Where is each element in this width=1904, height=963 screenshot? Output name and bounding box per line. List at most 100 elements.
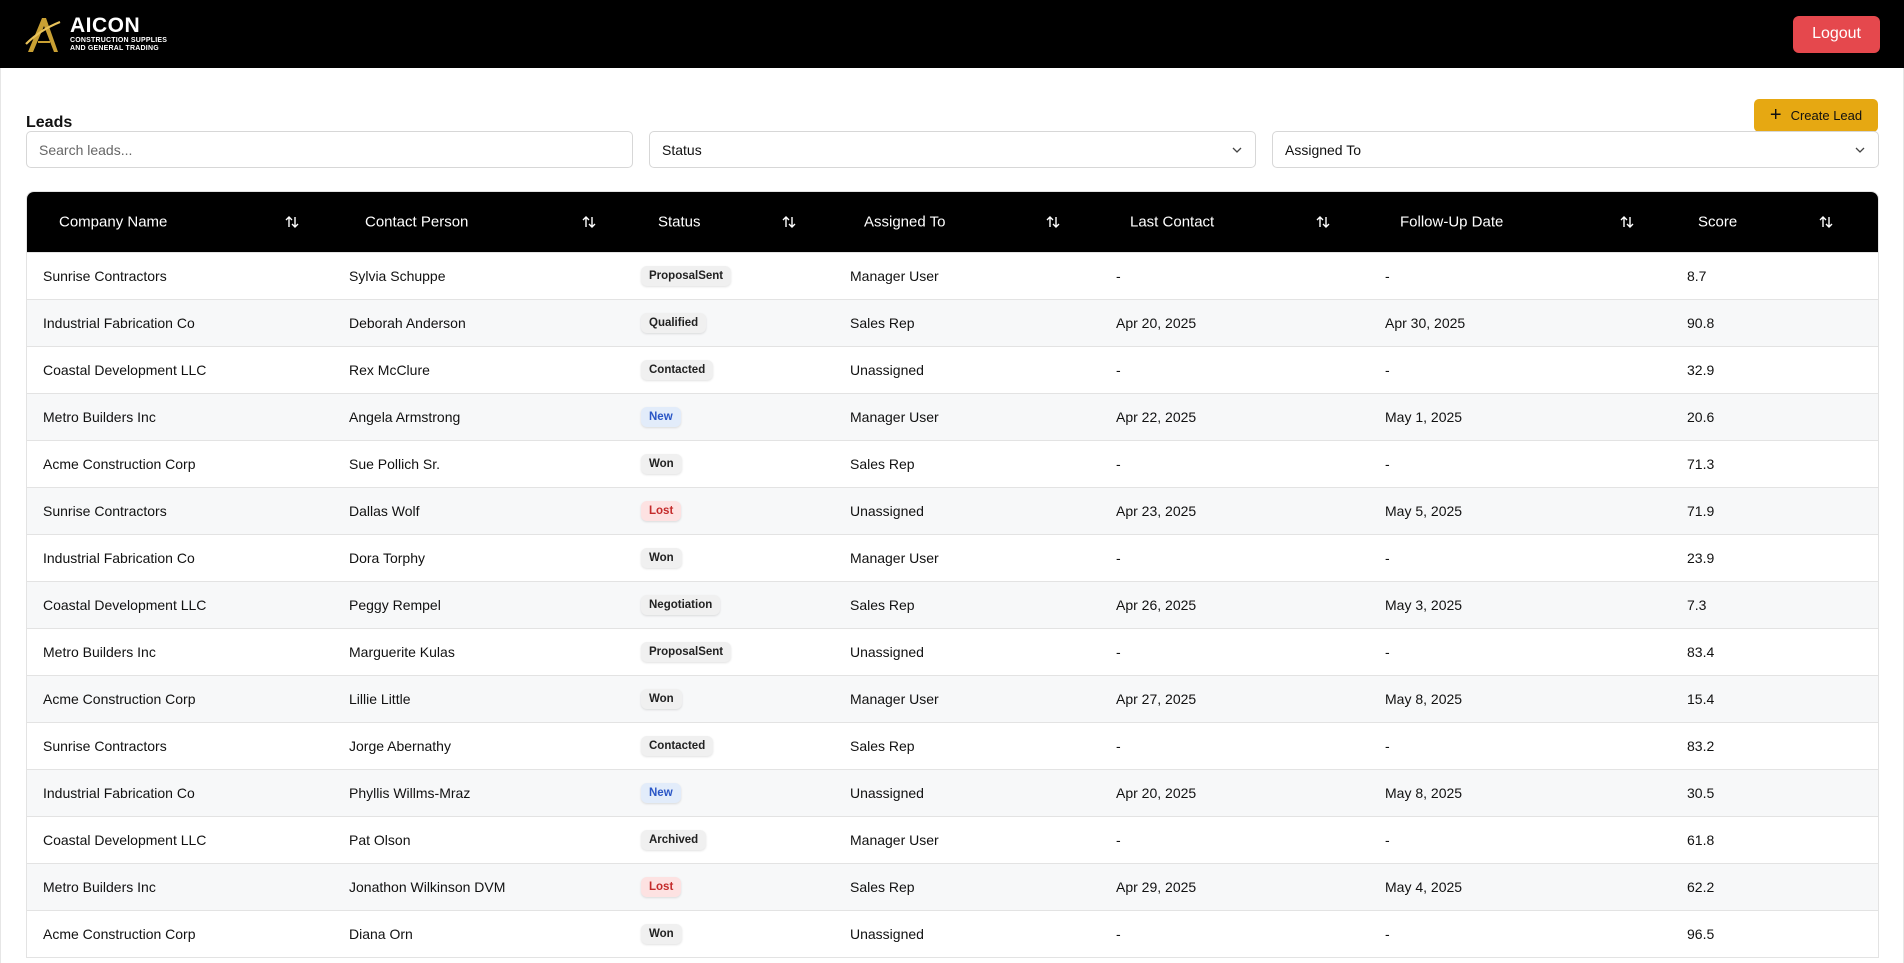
column-header-last-contact[interactable]: Last Contact <box>1103 192 1375 252</box>
status-filter-label: Status <box>662 141 702 158</box>
status-filter-select[interactable]: Status <box>649 131 1256 168</box>
score-cell: 61.8 <box>1687 831 1715 848</box>
score-cell: 90.8 <box>1687 314 1715 331</box>
follow-up-cell: - <box>1385 455 1390 472</box>
column-header-company[interactable]: Company Name <box>27 192 333 252</box>
contact-cell: Dallas Wolf <box>349 502 420 519</box>
score-cell: 96.5 <box>1687 925 1715 942</box>
follow-up-cell: May 8, 2025 <box>1385 784 1463 801</box>
sort-arrows-icon[interactable] <box>781 214 797 230</box>
assigned-filter-label: Assigned To <box>1285 141 1362 158</box>
filter-bar: Search leads... Status Assigned To <box>26 131 1879 168</box>
follow-up-cell: - <box>1385 737 1390 754</box>
status-badge: Negotiation <box>641 594 721 615</box>
last-contact-cell: - <box>1116 737 1121 754</box>
last-contact-cell: - <box>1116 831 1121 848</box>
assigned-cell: Sales Rep <box>850 596 915 613</box>
table-row[interactable]: Acme Construction Corp Lillie Little Won Ma… <box>27 675 1878 722</box>
column-header-score[interactable]: Score <box>1678 192 1878 252</box>
aicon-logo-icon <box>25 18 61 52</box>
search-input[interactable]: Search leads... <box>26 131 633 168</box>
follow-up-cell: May 1, 2025 <box>1385 408 1463 425</box>
column-header-contact[interactable]: Contact Person <box>333 192 631 252</box>
assigned-cell: Unassigned <box>850 361 924 378</box>
create-lead-button[interactable]: + Create Lead <box>1754 98 1878 132</box>
last-contact-cell: - <box>1116 549 1121 566</box>
status-cell: New <box>631 769 837 816</box>
contact-cell: Diana Orn <box>349 925 413 942</box>
assigned-cell: Unassigned <box>850 784 924 801</box>
contact-cell: Angela Armstrong <box>349 408 461 425</box>
table-row[interactable]: Coastal Development LLC Peggy Rempel Negot… <box>27 581 1878 628</box>
logout-button[interactable]: Logout <box>1793 15 1880 53</box>
status-badge: Lost <box>641 876 682 897</box>
contact-cell: Sue Pollich Sr. <box>349 455 441 472</box>
chevron-down-icon <box>1855 147 1865 153</box>
column-header-status[interactable]: Status <box>631 192 837 252</box>
company-cell: Sunrise Contractors <box>43 502 167 519</box>
table-row[interactable]: Coastal Development LLC Pat Olson Archived… <box>27 816 1878 863</box>
leads-panel: Leads + Create Lead Search leads... Stat… <box>0 68 1904 963</box>
follow-up-cell: May 8, 2025 <box>1385 690 1463 707</box>
table-row[interactable]: Sunrise Contractors Dallas Wolf Lost Unassi… <box>27 487 1878 534</box>
company-cell: Acme Construction Corp <box>43 925 196 942</box>
sort-arrows-icon[interactable] <box>1315 214 1331 230</box>
score-cell: 30.5 <box>1687 784 1715 801</box>
last-contact-cell: - <box>1116 643 1121 660</box>
status-cell: Contacted <box>631 722 837 769</box>
contact-cell: Jonathon Wilkinson DVM <box>349 878 506 895</box>
status-cell: ProposalSent <box>631 252 837 299</box>
score-cell: 71.3 <box>1687 455 1715 472</box>
status-badge: Archived <box>641 829 707 850</box>
sort-arrows-icon[interactable] <box>1619 214 1635 230</box>
assigned-filter-select[interactable]: Assigned To <box>1272 131 1879 168</box>
sort-arrows-icon[interactable] <box>1818 214 1834 230</box>
status-badge: New <box>641 406 681 427</box>
follow-up-cell: May 4, 2025 <box>1385 878 1463 895</box>
table-row[interactable]: Metro Builders Inc Jonathon Wilkinson DVM… <box>27 863 1878 910</box>
assigned-cell: Unassigned <box>850 643 924 660</box>
follow-up-cell: - <box>1385 549 1390 566</box>
table-row[interactable]: Metro Builders Inc Angela Armstrong New Man… <box>27 393 1878 440</box>
brand-logo[interactable]: AICON CONSTRUCTION SUPPLIES AND GENERAL … <box>24 12 167 56</box>
table-row[interactable]: Sunrise Contractors Jorge Abernathy Contac… <box>27 722 1878 769</box>
column-header-assigned[interactable]: Assigned To <box>837 192 1103 252</box>
last-contact-cell: Apr 20, 2025 <box>1116 784 1197 801</box>
status-cell: Won <box>631 440 837 487</box>
sort-arrows-icon[interactable] <box>1045 214 1061 230</box>
assigned-cell: Unassigned <box>850 925 924 942</box>
page-title: Leads <box>26 114 73 131</box>
last-contact-cell: - <box>1116 361 1121 378</box>
table-row[interactable]: Industrial Fabrication Co Phyllis Willms-… <box>27 769 1878 816</box>
score-cell: 8.7 <box>1687 267 1707 284</box>
company-cell: Acme Construction Corp <box>43 455 196 472</box>
create-lead-label: Create Lead <box>1790 107 1863 123</box>
column-header-follow-up[interactable]: Follow-Up Date <box>1375 192 1678 252</box>
table-row[interactable]: Sunrise Contractors Sylvia Schuppe Proposa… <box>27 252 1878 299</box>
assigned-cell: Manager User <box>850 267 939 284</box>
table-row[interactable]: Acme Construction Corp Diana Orn Won Unassi… <box>27 910 1878 957</box>
table-row[interactable]: Acme Construction Corp Sue Pollich Sr. Won… <box>27 440 1878 487</box>
company-cell: Metro Builders Inc <box>43 643 156 660</box>
score-cell: 20.6 <box>1687 408 1715 425</box>
table-row[interactable]: Industrial Fabrication Co Deborah Anderso… <box>27 299 1878 346</box>
assigned-cell: Sales Rep <box>850 878 915 895</box>
follow-up-cell: Apr 30, 2025 <box>1385 314 1466 331</box>
status-cell: ProposalSent <box>631 628 837 675</box>
company-cell: Industrial Fabrication Co <box>43 784 195 801</box>
table-row[interactable]: Metro Builders Inc Marguerite Kulas Propos… <box>27 628 1878 675</box>
score-cell: 83.4 <box>1687 643 1715 660</box>
status-badge: Contacted <box>641 735 714 756</box>
company-cell: Coastal Development LLC <box>43 596 207 613</box>
score-cell: 7.3 <box>1687 596 1707 613</box>
sort-arrows-icon[interactable] <box>284 214 300 230</box>
last-contact-cell: Apr 26, 2025 <box>1116 596 1197 613</box>
last-contact-cell: Apr 27, 2025 <box>1116 690 1197 707</box>
sort-arrows-icon[interactable] <box>581 214 597 230</box>
company-cell: Metro Builders Inc <box>43 878 156 895</box>
status-badge: ProposalSent <box>641 641 732 662</box>
score-cell: 62.2 <box>1687 878 1715 895</box>
table-row[interactable]: Coastal Development LLC Rex McClure Contac… <box>27 346 1878 393</box>
table-row[interactable]: Industrial Fabrication Co Dora Torphy Won M… <box>27 534 1878 581</box>
follow-up-cell: May 5, 2025 <box>1385 502 1463 519</box>
